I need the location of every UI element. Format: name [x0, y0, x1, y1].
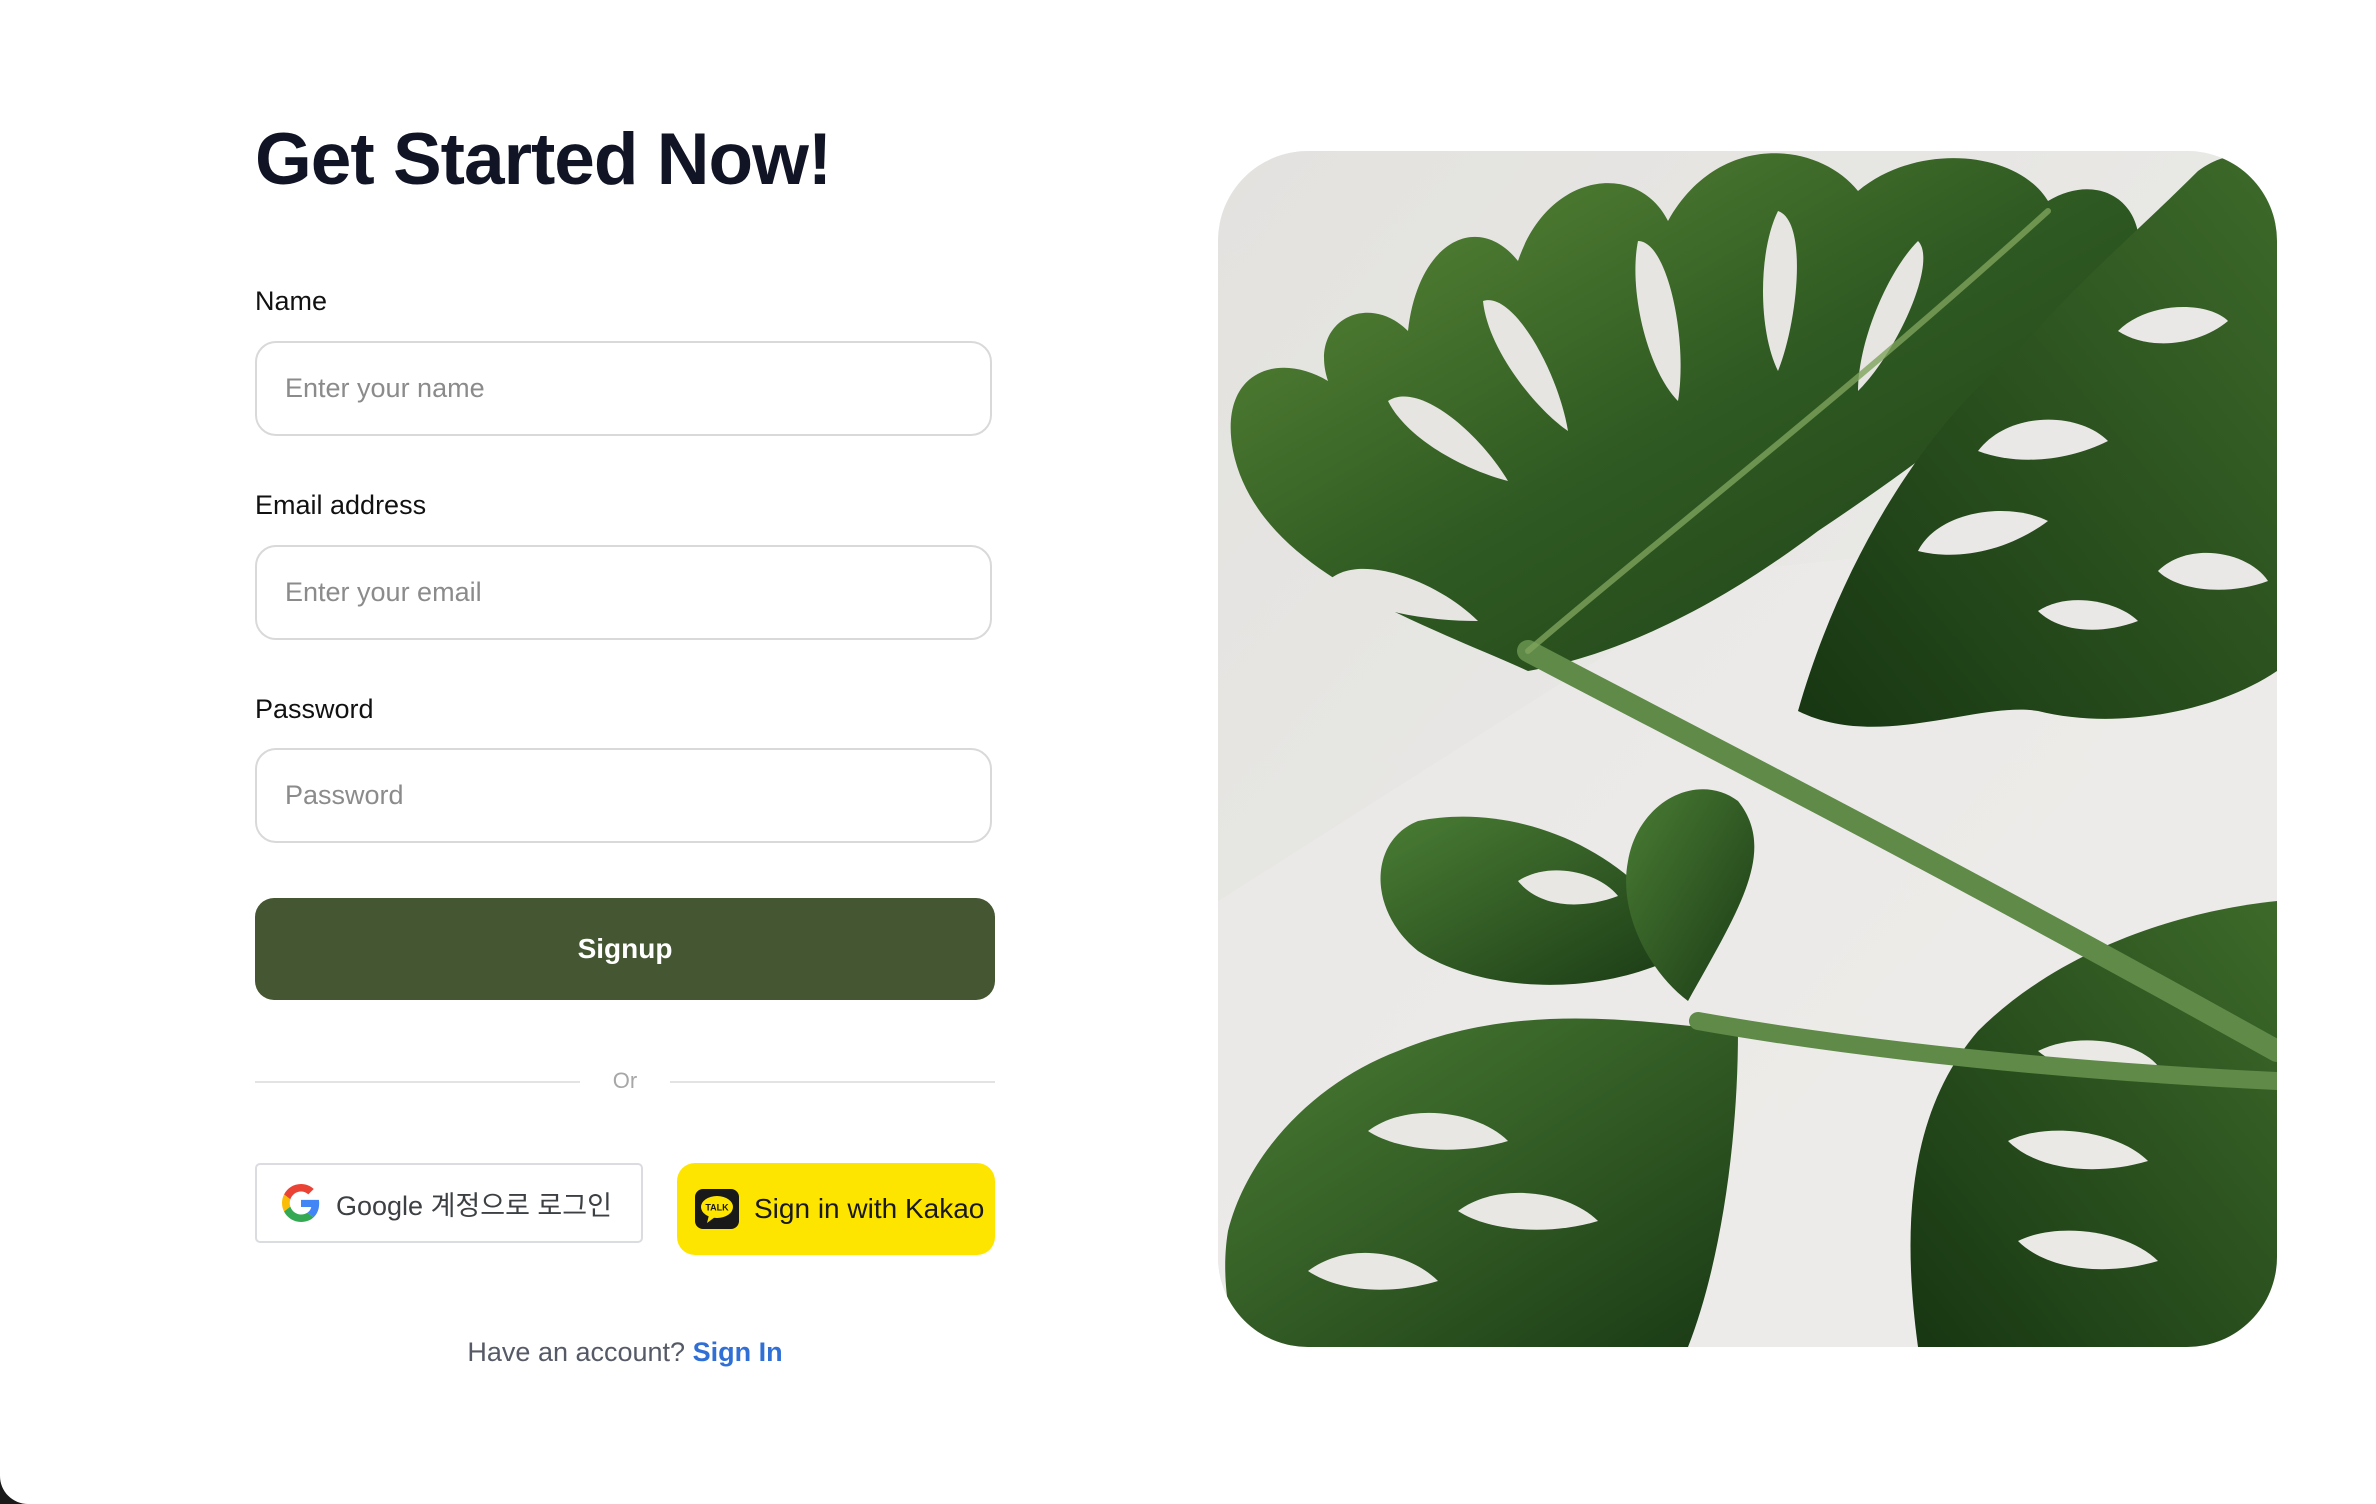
account-prompt: Have an account? Sign In	[255, 1334, 995, 1370]
kakao-signin-label: Sign in with Kakao	[754, 1193, 985, 1224]
account-prompt-text: Have an account?	[467, 1337, 686, 1367]
signup-page: Get Started Now! Name Email address Pass…	[0, 0, 2376, 1504]
name-label: Name	[255, 286, 328, 316]
kakao-signin-button[interactable]: TALK Sign in with Kakao	[677, 1163, 995, 1255]
google-signin-button[interactable]: Google 계정으로 로그인	[255, 1163, 643, 1243]
signup-button[interactable]: Signup	[255, 898, 995, 1000]
email-label: Email address	[255, 490, 427, 520]
kakao-talk-icon: TALK	[694, 1186, 740, 1232]
page-title: Get Started Now!	[255, 119, 832, 200]
monstera-leaves-illustration	[1218, 151, 2277, 1347]
svg-text:TALK: TALK	[705, 1203, 729, 1213]
password-label: Password	[255, 694, 374, 724]
name-input[interactable]	[255, 341, 992, 436]
signin-link[interactable]: Sign In	[693, 1337, 783, 1367]
hero-image	[1218, 151, 2277, 1347]
divider-line-left	[255, 1081, 580, 1083]
divider-line-right	[670, 1081, 995, 1083]
google-signin-label: Google 계정으로 로그인	[336, 1190, 612, 1221]
google-g-icon	[282, 1184, 320, 1222]
divider-or-text: Or	[612, 1068, 638, 1093]
password-input[interactable]	[255, 748, 992, 843]
email-input[interactable]	[255, 545, 992, 640]
